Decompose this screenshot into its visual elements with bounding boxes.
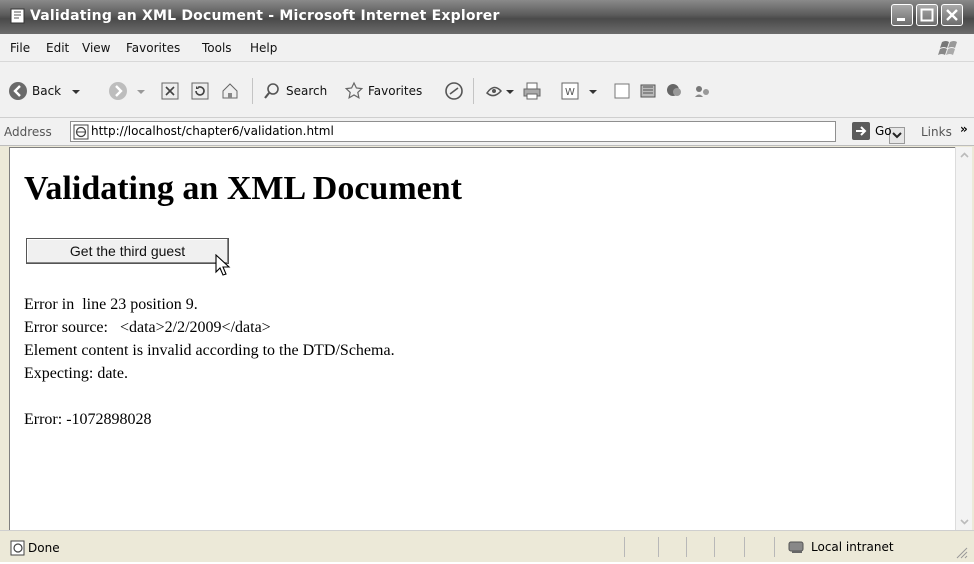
get-third-guest-button[interactable]: Get the third guest xyxy=(26,238,229,264)
edit-button[interactable]: W xyxy=(560,81,600,101)
forward-arrow-icon xyxy=(109,82,127,100)
status-pane-divider xyxy=(624,537,625,557)
history-button[interactable] xyxy=(484,81,516,101)
favorites-button[interactable]: Favorites xyxy=(344,81,422,101)
window-title: Validating an XML Document - Microsoft I… xyxy=(30,8,500,24)
back-arrow-icon xyxy=(9,82,27,100)
search-icon xyxy=(264,83,279,99)
error-source-line: Error source: <data>2/2/2009</data> xyxy=(24,319,271,336)
stop-icon xyxy=(161,82,179,100)
windows-logo-icon xyxy=(928,37,968,59)
close-button[interactable] xyxy=(941,4,963,26)
resize-grip-icon[interactable] xyxy=(955,545,969,564)
scroll-down-button[interactable] xyxy=(957,513,972,530)
messenger-icon xyxy=(667,84,681,96)
discuss-icon xyxy=(614,83,630,99)
maximize-button[interactable] xyxy=(916,4,938,26)
edit-dropdown-icon xyxy=(589,90,597,94)
standard-toolbar: Back Search Favorites W xyxy=(0,62,974,118)
back-dropdown-icon xyxy=(72,90,81,94)
page-done-icon xyxy=(10,540,26,560)
svg-text:W: W xyxy=(565,87,575,98)
address-bar: Address http://localhost/chapter6/valida… xyxy=(0,118,974,146)
back-button[interactable]: Back xyxy=(8,81,83,101)
history-dropdown-icon xyxy=(506,90,514,94)
people-icon xyxy=(695,86,709,97)
toolbar-separator xyxy=(473,78,474,104)
home-icon xyxy=(222,83,238,99)
status-pane-divider xyxy=(658,537,659,557)
menu-help[interactable]: Help xyxy=(250,41,277,55)
status-pane-divider xyxy=(744,537,745,557)
scroll-up-button[interactable] xyxy=(957,147,972,164)
favorites-label: Favorites xyxy=(368,84,423,98)
favorites-star-icon xyxy=(344,81,364,99)
research-button[interactable] xyxy=(638,81,658,101)
bluetooth-button[interactable] xyxy=(692,81,712,101)
error-code-line: Error: -1072898028 xyxy=(24,411,152,428)
title-bar: Validating an XML Document - Microsoft I… xyxy=(0,0,974,34)
menu-view[interactable]: View xyxy=(82,41,110,55)
back-label: Back xyxy=(32,84,62,98)
toolbar-separator xyxy=(252,78,253,104)
menu-edit[interactable]: Edit xyxy=(46,41,69,55)
error-expecting-line: Expecting: date. xyxy=(24,365,128,382)
forward-dropdown-icon xyxy=(137,90,145,94)
error-line: Error in line 23 position 9. xyxy=(24,296,198,313)
security-zone[interactable]: Local intranet xyxy=(788,539,894,555)
print-icon xyxy=(523,82,541,100)
go-button[interactable]: Go xyxy=(852,122,892,140)
browser-window: Validating an XML Document - Microsoft I… xyxy=(0,0,974,562)
links-more-chevron[interactable]: » xyxy=(960,122,968,136)
chevron-down-icon xyxy=(892,132,902,139)
local-intranet-icon xyxy=(788,541,804,553)
go-label: Go xyxy=(875,124,892,138)
zone-label: Local intranet xyxy=(811,540,894,554)
discuss-button[interactable] xyxy=(612,81,632,101)
page-icon xyxy=(73,124,89,144)
history-icon xyxy=(485,86,502,97)
menu-file[interactable]: File xyxy=(10,41,30,55)
address-field[interactable]: http://localhost/chapter6/validation.htm… xyxy=(70,121,905,144)
error-reason-line: Element content is invalid according to … xyxy=(24,342,395,359)
media-icon xyxy=(445,82,463,100)
mouse-cursor-icon xyxy=(215,253,231,282)
menu-tools[interactable]: Tools xyxy=(202,41,232,55)
forward-button[interactable] xyxy=(108,81,148,101)
chevron-down-icon xyxy=(960,519,969,525)
print-button[interactable] xyxy=(522,81,542,101)
search-label: Search xyxy=(286,84,328,98)
address-url: http://localhost/chapter6/validation.htm… xyxy=(91,124,334,138)
menu-favorites[interactable]: Favorites xyxy=(126,41,180,55)
refresh-icon xyxy=(191,82,209,100)
messenger-button[interactable] xyxy=(664,81,684,101)
search-button[interactable]: Search xyxy=(262,81,327,101)
word-edit-icon: W xyxy=(561,82,579,100)
links-label[interactable]: Links xyxy=(921,125,952,139)
status-pane-divider xyxy=(686,537,687,557)
refresh-button[interactable] xyxy=(190,81,210,101)
vertical-scrollbar[interactable] xyxy=(955,147,972,530)
status-bar: Done Local intranet xyxy=(0,530,974,562)
go-arrow-icon xyxy=(852,122,870,140)
ie-page-icon xyxy=(10,8,26,24)
menu-bar: File Edit View Favorites Tools Help xyxy=(0,34,974,62)
page-heading: Validating an XML Document xyxy=(24,170,462,207)
status-pane-divider xyxy=(714,537,715,557)
address-label: Address xyxy=(4,125,52,139)
home-button[interactable] xyxy=(220,81,240,101)
status-text: Done xyxy=(28,541,60,555)
research-icon xyxy=(640,84,656,98)
media-button[interactable] xyxy=(444,81,464,101)
chevron-up-icon xyxy=(960,152,969,158)
page-content: Validating an XML Document Get the third… xyxy=(9,147,955,530)
status-pane-divider xyxy=(774,537,775,557)
minimize-button[interactable] xyxy=(891,4,913,26)
stop-button[interactable] xyxy=(160,81,180,101)
